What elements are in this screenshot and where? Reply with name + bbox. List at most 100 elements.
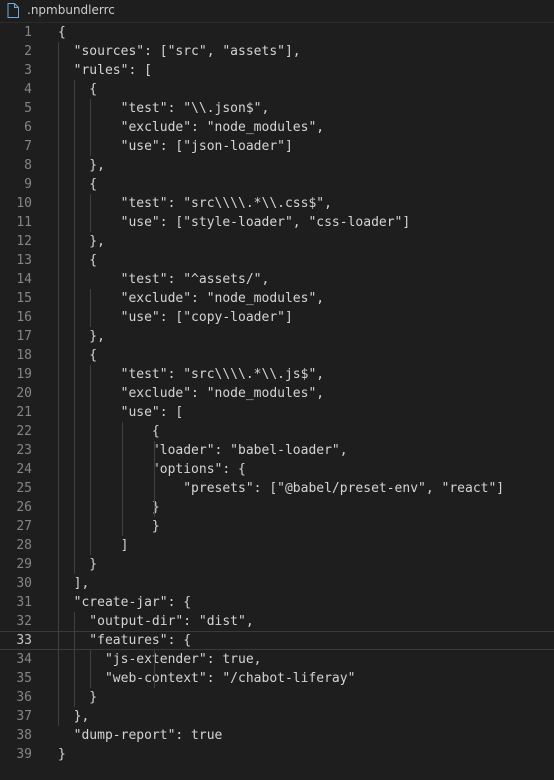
- line-text: "exclude": "node_modules",: [58, 120, 325, 135]
- code-line[interactable]: 32 "output-dir": "dist",: [0, 612, 554, 631]
- line-text: }: [58, 747, 66, 762]
- code-line[interactable]: 17 },: [0, 327, 554, 346]
- line-number: 36: [16, 690, 32, 705]
- code-line[interactable]: 22 {: [0, 422, 554, 441]
- code-line[interactable]: 6 "exclude": "node_modules",: [0, 118, 554, 137]
- line-number: 34: [16, 652, 32, 667]
- line-text: "use": [: [58, 405, 184, 420]
- line-number: 11: [16, 215, 32, 230]
- code-line[interactable]: 20 "exclude": "node_modules",: [0, 384, 554, 403]
- line-number: 5: [24, 101, 32, 116]
- code-line[interactable]: 36 }: [0, 688, 554, 707]
- code-line[interactable]: 24 "options": {: [0, 460, 554, 479]
- line-number: 23: [16, 443, 32, 458]
- code-line[interactable]: 19 "test": "src\\\\.*\\.js$",: [0, 365, 554, 384]
- line-number: 21: [16, 405, 32, 420]
- line-number: 25: [16, 481, 32, 496]
- code-line[interactable]: 21 "use": [: [0, 403, 554, 422]
- line-text: },: [58, 234, 105, 249]
- code-line[interactable]: 35 "web-context": "/chabot-liferay": [0, 669, 554, 688]
- line-number: 15: [16, 291, 32, 306]
- line-number: 20: [16, 386, 32, 401]
- indent-guide: [90, 99, 91, 156]
- code-line[interactable]: 8 },: [0, 156, 554, 175]
- line-number: 31: [16, 595, 32, 610]
- line-number: 27: [16, 519, 32, 534]
- line-text: },: [58, 158, 105, 173]
- code-line[interactable]: 26 }: [0, 498, 554, 517]
- code-line[interactable]: 14 "test": "^assets/",: [0, 270, 554, 289]
- indent-guide: [58, 42, 59, 726]
- code-line[interactable]: 28 ]: [0, 536, 554, 555]
- code-line[interactable]: 15 "exclude": "node_modules",: [0, 289, 554, 308]
- line-number: 26: [16, 500, 32, 515]
- code-line[interactable]: 30 ],: [0, 574, 554, 593]
- line-text: "use": ["copy-loader"]: [58, 310, 293, 325]
- line-text: {: [58, 82, 98, 97]
- editor-tab[interactable]: .npmbundlerrc: [0, 0, 554, 23]
- indent-guide: [90, 365, 91, 555]
- line-text: "test": "src\\\\.*\\.css$",: [58, 196, 332, 211]
- code-line[interactable]: 10 "test": "src\\\\.*\\.css$",: [0, 194, 554, 213]
- line-text: "options": {: [58, 462, 246, 477]
- code-line[interactable]: 29 }: [0, 555, 554, 574]
- code-line[interactable]: 33 "features": {: [0, 631, 554, 650]
- code-line[interactable]: 34 "js-extender": true,: [0, 650, 554, 669]
- code-line[interactable]: 9 {: [0, 175, 554, 194]
- indent-guide: [154, 650, 155, 688]
- line-number: 13: [16, 253, 32, 268]
- line-number: 7: [24, 139, 32, 154]
- line-text: "web-context": "/chabot-liferay": [58, 671, 356, 686]
- code-editor[interactable]: 1{2 "sources": ["src", "assets"], 3 "rule…: [0, 22, 554, 780]
- line-number: 1: [24, 25, 32, 40]
- code-line[interactable]: 38 "dump-report": true: [0, 726, 554, 745]
- line-number: 16: [16, 310, 32, 325]
- line-number: 22: [16, 424, 32, 439]
- indent-guide: [90, 289, 91, 327]
- code-line[interactable]: 1{: [0, 23, 554, 42]
- line-number: 29: [16, 557, 32, 572]
- line-text: }: [58, 690, 98, 705]
- code-line[interactable]: 27 }: [0, 517, 554, 536]
- line-number: 9: [24, 177, 32, 192]
- line-number: 3: [24, 63, 32, 78]
- line-number: 4: [24, 82, 32, 97]
- tab-filename: .npmbundlerrc: [27, 3, 115, 17]
- code-line[interactable]: 37 },: [0, 707, 554, 726]
- code-line[interactable]: 25 "presets": ["@babel/preset-env", "rea…: [0, 479, 554, 498]
- code-line[interactable]: 2 "sources": ["src", "assets"],: [0, 42, 554, 61]
- line-text: },: [58, 709, 90, 724]
- line-number: 17: [16, 329, 32, 344]
- line-text: {: [58, 177, 98, 192]
- line-text: }: [58, 557, 98, 572]
- code-line[interactable]: 13 {: [0, 251, 554, 270]
- line-number: 35: [16, 671, 32, 686]
- code-line[interactable]: 11 "use": ["style-loader", "css-loader"]: [0, 213, 554, 232]
- line-text: "output-dir": "dist",: [58, 614, 254, 629]
- indent-guide: [90, 194, 91, 232]
- line-number: 18: [16, 348, 32, 363]
- code-line[interactable]: 5 "test": "\\.json$",: [0, 99, 554, 118]
- line-text: "use": ["json-loader"]: [58, 139, 293, 154]
- line-text: "test": "^assets/",: [58, 272, 270, 287]
- line-text: "presets": ["@babel/preset-env", "react"…: [58, 481, 505, 496]
- line-text: "loader": "babel-loader",: [58, 443, 348, 458]
- code-line[interactable]: 12 },: [0, 232, 554, 251]
- code-line[interactable]: 3 "rules": [: [0, 61, 554, 80]
- code-line[interactable]: 4 {: [0, 80, 554, 99]
- line-text: "features": {: [58, 633, 192, 648]
- code-line[interactable]: 7 "use": ["json-loader"]: [0, 137, 554, 156]
- line-text: "dump-report": true: [58, 728, 223, 743]
- code-line[interactable]: 23 "loader": "babel-loader",: [0, 441, 554, 460]
- line-text: ]: [58, 538, 129, 553]
- line-text: {: [58, 25, 66, 40]
- line-text: "test": "src\\\\.*\\.js$",: [58, 367, 325, 382]
- code-line[interactable]: 31 "create-jar": {: [0, 593, 554, 612]
- line-text: {: [58, 253, 98, 268]
- code-line[interactable]: 16 "use": ["copy-loader"]: [0, 308, 554, 327]
- line-number: 37: [16, 709, 32, 724]
- line-number: 32: [16, 614, 32, 629]
- indent-guide: [154, 441, 155, 517]
- code-line[interactable]: 18 {: [0, 346, 554, 365]
- code-line[interactable]: 39}: [0, 745, 554, 764]
